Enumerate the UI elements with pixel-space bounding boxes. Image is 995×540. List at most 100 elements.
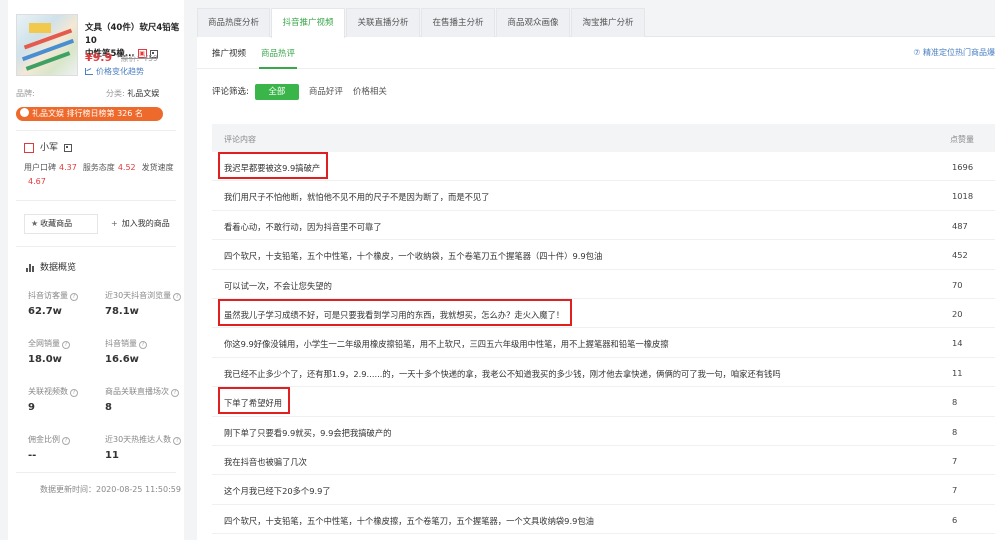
brand-label: 品牌: [16,89,35,98]
sub-tab-bar: 推广视频 商品热评 ⑦ 精准定位热门商品爆 [197,37,995,69]
metric-related-videos: 关联视频数? 9 [28,386,106,413]
plus-icon: + [111,219,118,228]
subtab-promo-videos[interactable]: 推广视频 [212,47,246,59]
tab-product-heat[interactable]: 商品热度分析 [197,8,270,37]
help-icon[interactable]: ? [70,389,78,397]
help-icon[interactable]: ? [173,437,182,445]
like-count: 8 [952,397,958,408]
metric-hot-promoters: 近30天热推达人数? 11 [105,434,183,461]
shop-qr-icon[interactable] [64,143,73,152]
metric-commission: 佣金比例? -- [28,434,106,461]
help-icon[interactable]: ? [173,293,182,301]
like-count: 8 [952,426,958,437]
table-row: 可以试一次，不会让您失望的 70 [212,270,995,299]
shop-icon [24,142,34,153]
comment-text: 我在抖音也被骗了几次 [224,456,307,467]
like-count: 7 [952,485,958,496]
metric-label: 近30天热推达人数 [105,435,172,444]
comment-text: 我已经不止多少个了，还有那1.9，2.9......的，一天十多个快递的拿，我老… [224,368,781,379]
metric-related-lives: 商品关联直播场次? 8 [105,386,183,413]
service-label: 服务态度 [82,163,115,172]
tab-seller-analysis[interactable]: 在售播主分析 [421,8,495,37]
add-to-my-products-button[interactable]: + 加入我的商品 [104,214,176,234]
table-row: 看着心动，不敢行动，因为抖音里不可靠了 487 [212,211,995,241]
shop-name: 小军 [40,143,59,153]
product-thumbnail[interactable] [16,14,78,76]
bar-chart-icon [26,263,35,272]
subtab-hot-comments[interactable]: 商品热评 [258,47,298,69]
metric-value: 11 [105,450,119,461]
table-row: 下单了希望好用 8 [212,387,995,417]
favorite-button[interactable]: ★ 收藏商品 [24,214,98,234]
tab-taobao-analysis[interactable]: 淘宝推广分析 [571,8,645,37]
data-updated-time: 数据更新时间：2020-08-25 11:50:59 [40,485,181,494]
metric-label: 近30天抖音浏览量 [105,291,172,300]
table-row: 我们用尺子不怕他断，就怕他不见不用的尺子不是因为断了，而是不见了 1018 [212,181,995,211]
divider [16,130,176,131]
like-count: 11 [952,367,963,378]
comment-text: 我们用尺子不怕他断，就怕他不见不用的尺子不是因为断了，而是不见了 [224,192,490,203]
filter-all[interactable]: 全部 [254,84,299,100]
help-icon[interactable]: ? [171,389,179,397]
reputation-value: 4.37 [59,163,77,172]
filter-good-reviews[interactable]: 商品好评 [309,85,343,97]
like-count: 20 [952,308,963,319]
table-row: 刚下单了只要看9.9就买，9.9会把我搞破产的 8 [212,417,995,446]
precise-hot-products-link[interactable]: ⑦ 精准定位热门商品爆 [913,47,995,58]
table-row: 四个软尺，十支铅笔，五个中性笔，十个橡皮擦，五个卷笔刀，五个握笔器，一个文具收纳… [212,505,995,535]
metric-douyin-visitors: 抖音访客量? 62.7w [28,290,106,317]
like-count: 7 [952,455,958,466]
service-value: 4.52 [117,163,136,172]
comment-text: 你这9.9好像没铺用，小学生一二年级用橡皮擦铅笔，用不上软尺，三四五六年级用中性… [224,339,669,350]
comment-text: 这个月我已经下20多个9.9了 [224,486,331,497]
metric-value: 62.7w [28,306,62,317]
brand-category-row: 品牌: 分类: 礼品文娱 [16,88,176,99]
original-price: 原价：¥59 [121,54,158,63]
rank-text: 礼品文娱 排行榜日榜第 326 名 [32,109,143,118]
highlight-box [218,152,328,179]
highlight-box [218,387,290,415]
data-overview-heading: 数据概览 [26,260,76,273]
reputation-label: 用户口碑 [24,163,56,172]
metric-value: -- [28,450,37,461]
help-icon[interactable]: ? [62,437,70,445]
comment-text: 看着心动，不敢行动，因为抖音里不可靠了 [224,221,382,232]
table-row: 你这9.9好像没铺用，小学生一二年级用橡皮擦铅笔，用不上软尺，三四五六年级用中性… [212,328,995,358]
shop-scores: 用户口碑 4.37 服务态度 4.52 发货速度 4.67 [24,161,179,189]
like-count: 452 [952,250,968,261]
tab-live-analysis[interactable]: 关联直播分析 [346,8,420,37]
metric-value: 8 [105,402,112,413]
table-header: 评论内容 点赞量 [212,124,995,152]
like-count: 487 [952,220,968,231]
comment-text: 刚下单了只要看9.9就买，9.9会把我搞破产的 [224,427,392,438]
overview-title: 数据概览 [40,263,77,273]
divider [16,472,176,473]
like-count: 1018 [952,191,974,202]
help-icon[interactable]: ? [70,293,78,301]
metric-value: 18.0w [28,354,62,365]
metric-value: 9 [28,402,35,413]
table-row: 我在抖音也被骗了几次 7 [212,446,995,476]
metric-total-sales: 全网销量? 18.0w [28,338,106,365]
filter-price-related[interactable]: 价格相关 [353,85,387,97]
tab-douyin-videos[interactable]: 抖音推广视频 [271,8,345,38]
price-trend-label: 价格变化趋势 [96,67,144,76]
shop-row[interactable]: 小军 [24,140,73,153]
product-title-line1: 文具（40件）软尺4铅笔10 [85,23,180,46]
star-icon: ★ [31,219,39,228]
divider [16,246,176,247]
comment-text: 可以试一次，不会让您失望的 [224,280,332,291]
tab-audience-profile[interactable]: 商品观众画像 [496,8,570,37]
comment-text: 四个软尺，十支铅笔，五个中性笔，十个橡皮擦，五个卷笔刀，五个握笔器，一个文具收纳… [224,515,594,526]
col-likes-header[interactable]: 点赞量 [950,134,974,145]
filter-label: 评论筛选: [212,87,249,97]
help-icon[interactable]: ? [62,341,70,349]
metric-douyin-sales: 抖音销量? 16.6w [105,338,183,365]
table-row: 四个软尺，十支铅笔，五个中性笔，十个橡皮，一个收纳袋，五个卷笔刀五个握笔器（四十… [212,240,995,270]
metric-label: 抖音访客量 [28,291,68,300]
rank-badge[interactable]: 礼品文娱 排行榜日榜第 326 名 [16,107,163,121]
price-trend-link[interactable]: 价格变化趋势 [85,66,144,77]
comment-filter: 评论筛选: 全部 商品好评 价格相关 [212,84,387,100]
help-icon[interactable]: ? [139,341,147,349]
price-row: ¥9.9 原价：¥59 [85,51,158,64]
